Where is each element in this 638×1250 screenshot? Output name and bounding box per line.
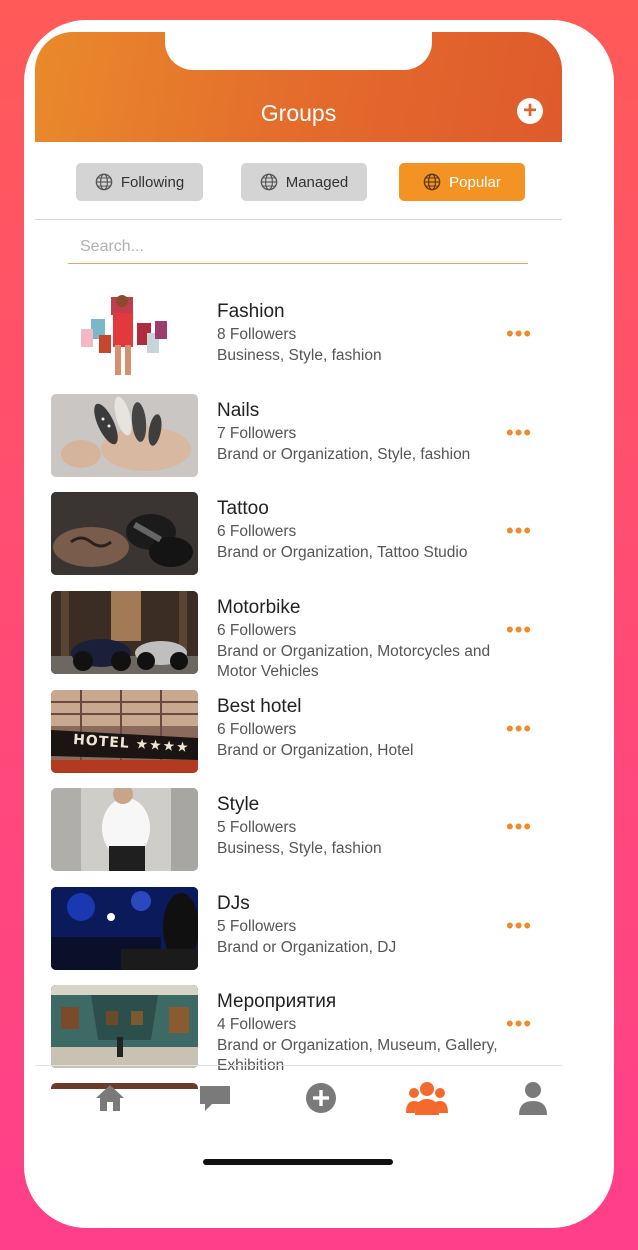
- globe-icon: [423, 173, 441, 191]
- bottom-tab-bar: [35, 1070, 562, 1130]
- group-thumbnail: [51, 887, 198, 970]
- tab-following[interactable]: Following: [76, 163, 203, 201]
- group-thumbnail: [51, 295, 198, 378]
- group-thumbnail: HOTEL ★★★★: [51, 690, 198, 773]
- globe-icon: [95, 173, 113, 191]
- more-options-icon[interactable]: •••: [506, 422, 532, 444]
- list-item[interactable]: Tattoo 6 Followers Brand or Organization…: [0, 492, 638, 582]
- list-item[interactable]: Style 5 Followers Business, Style, fashi…: [0, 788, 638, 878]
- filter-tabs: Following Managed Popular: [0, 163, 638, 203]
- group-category: Brand or Organization, Tattoo Studio: [217, 544, 468, 561]
- group-category: Business, Style, fashion: [217, 840, 382, 857]
- more-options-icon[interactable]: •••: [506, 915, 532, 937]
- list-item[interactable]: Мероприятия 4 Followers Brand or Organiz…: [0, 985, 638, 1075]
- home-icon: [94, 1083, 126, 1118]
- search-input[interactable]: [68, 230, 528, 264]
- group-followers: 8 Followers: [217, 326, 297, 343]
- list-item[interactable]: DJs 5 Followers Brand or Organization, D…: [0, 887, 638, 977]
- group-name: Motorbike: [217, 597, 301, 618]
- list-item[interactable]: Motorbike 6 Followers Brand or Organizat…: [0, 591, 638, 681]
- more-options-icon[interactable]: •••: [506, 520, 532, 542]
- group-thumbnail: [51, 394, 198, 477]
- tab-profile[interactable]: [513, 1080, 553, 1120]
- group-followers: 5 Followers: [217, 918, 297, 935]
- group-thumbnail: [51, 985, 198, 1068]
- add-group-button[interactable]: +: [517, 98, 543, 124]
- chat-icon: [198, 1083, 232, 1118]
- tab-create[interactable]: [301, 1080, 341, 1120]
- group-followers: 4 Followers: [217, 1016, 297, 1033]
- tab-messages[interactable]: [195, 1080, 235, 1120]
- profile-icon: [517, 1080, 549, 1121]
- group-thumbnail: [51, 788, 198, 871]
- group-category: Brand or Organization, Hotel: [217, 742, 414, 759]
- tab-label: Following: [120, 173, 185, 191]
- more-options-icon[interactable]: •••: [506, 619, 532, 641]
- more-options-icon[interactable]: •••: [506, 718, 532, 740]
- device-notch: [165, 32, 432, 70]
- group-category: Brand or Organization, Motorcycles and M…: [217, 643, 491, 680]
- list-item[interactable]: HOTEL ★★★★ Best hotel 6 Followers Brand …: [0, 690, 638, 780]
- group-followers: 6 Followers: [217, 622, 297, 639]
- group-name: Мероприятия: [217, 991, 337, 1012]
- more-options-icon[interactable]: •••: [506, 1013, 532, 1035]
- group-category: Brand or Organization, DJ: [217, 939, 397, 956]
- tab-home[interactable]: [90, 1080, 130, 1120]
- group-thumbnail: [51, 591, 198, 674]
- group-followers: 6 Followers: [217, 523, 297, 540]
- tab-popular[interactable]: Popular: [399, 163, 525, 201]
- group-name: Style: [217, 794, 260, 815]
- add-icon: [305, 1082, 337, 1119]
- tab-label: Popular: [449, 173, 501, 191]
- group-category: Business, Style, fashion: [217, 347, 382, 364]
- group-name: Tattoo: [217, 498, 269, 519]
- divider: [35, 219, 562, 220]
- group-thumbnail: [51, 492, 198, 575]
- divider: [35, 1065, 562, 1066]
- list-item[interactable]: Nails 7 Followers Brand or Organization,…: [0, 394, 638, 484]
- list-item[interactable]: Fashion 8 Followers Business, Style, fas…: [0, 295, 638, 385]
- group-name: DJs: [217, 893, 250, 914]
- globe-icon: [260, 173, 278, 191]
- more-options-icon[interactable]: •••: [506, 816, 532, 838]
- group-name: Best hotel: [217, 696, 302, 717]
- tab-managed[interactable]: Managed: [241, 163, 367, 201]
- tab-groups[interactable]: [406, 1080, 448, 1121]
- group-followers: 6 Followers: [217, 721, 297, 738]
- group-category: Brand or Organization, Style, fashion: [217, 446, 471, 463]
- group-followers: 5 Followers: [217, 819, 297, 836]
- group-followers: 7 Followers: [217, 425, 297, 442]
- group-name: Nails: [217, 400, 260, 421]
- more-options-icon[interactable]: •••: [506, 323, 532, 345]
- groups-icon: [406, 1080, 448, 1121]
- group-name: Fashion: [217, 301, 285, 322]
- home-indicator: [203, 1159, 393, 1165]
- tab-label: Managed: [285, 173, 349, 191]
- plus-icon: +: [522, 97, 537, 124]
- page-title: Groups: [260, 100, 337, 126]
